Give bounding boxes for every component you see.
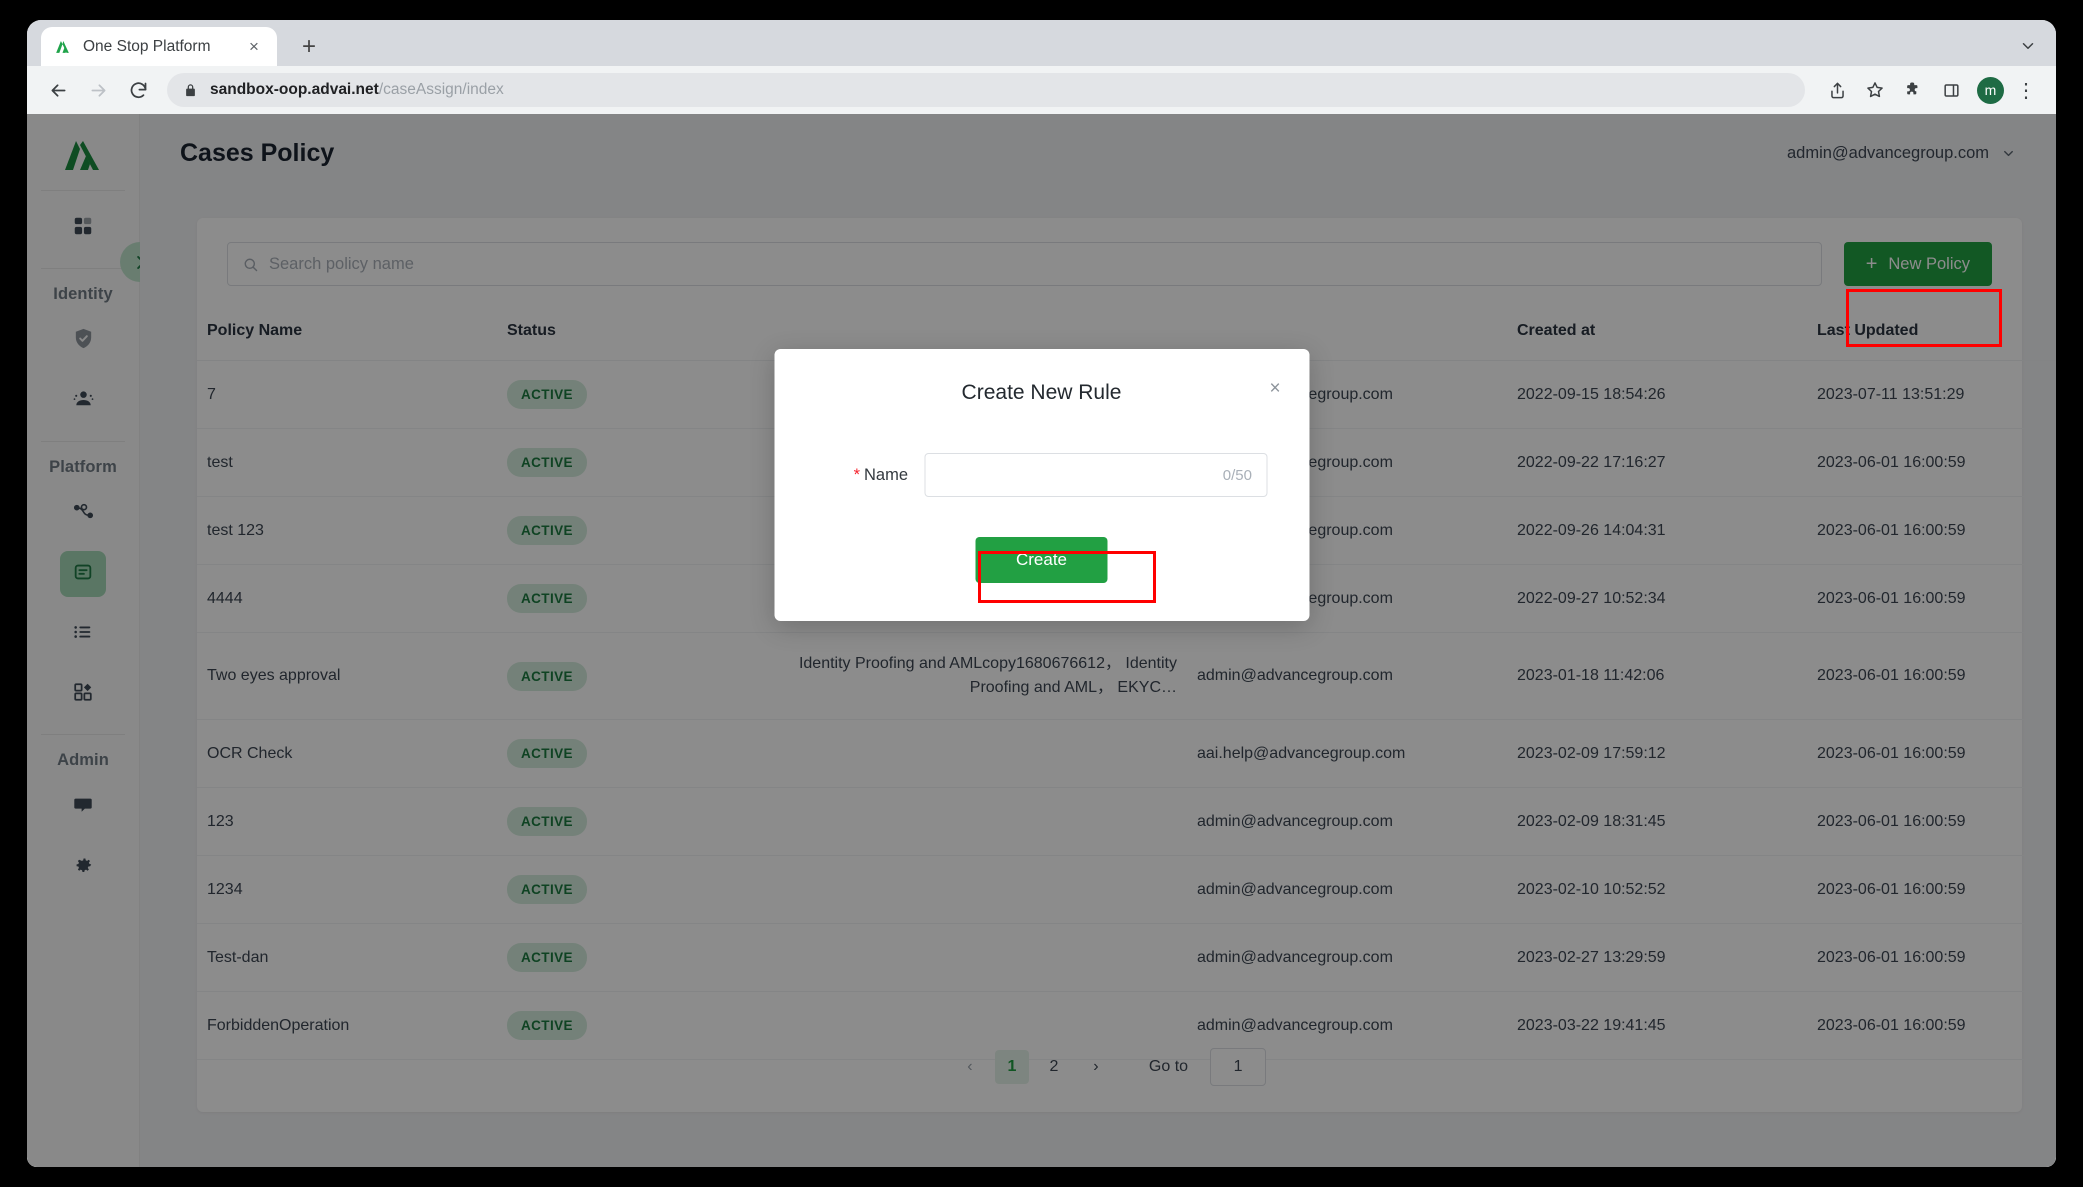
name-input[interactable]: [939, 465, 1215, 485]
forward-icon[interactable]: [81, 73, 115, 107]
name-field-wrapper[interactable]: 0/50: [924, 453, 1267, 497]
name-label-text: Name: [863, 465, 908, 484]
close-icon[interactable]: ×: [243, 36, 265, 58]
required-asterisk: *: [853, 465, 860, 484]
browser-tab[interactable]: One Stop Platform ×: [41, 27, 277, 66]
tab-strip: One Stop Platform × +: [27, 20, 2056, 66]
screen-root: One Stop Platform × + sandbox-oop.advai.…: [0, 0, 2083, 1187]
advai-logo-icon: [53, 37, 72, 56]
tab-title: One Stop Platform: [83, 37, 211, 55]
address-bar-host: sandbox-oop.advai.net: [210, 81, 379, 98]
share-icon[interactable]: [1821, 74, 1853, 106]
browser-menu-icon[interactable]: ⋮: [2010, 74, 2042, 106]
modal-header: Create New Rule ×: [774, 349, 1309, 415]
bookmark-star-icon[interactable]: [1859, 74, 1891, 106]
browser-window: One Stop Platform × + sandbox-oop.advai.…: [27, 20, 2056, 1167]
new-tab-button[interactable]: +: [295, 33, 323, 61]
lock-icon: [183, 83, 198, 98]
side-panel-icon[interactable]: [1935, 74, 1967, 106]
address-bar-url: sandbox-oop.advai.net/caseAssign/index: [210, 81, 504, 99]
close-icon[interactable]: ×: [1263, 376, 1287, 400]
modal-title: Create New Rule: [961, 381, 1122, 404]
extensions-puzzle-icon[interactable]: [1897, 74, 1929, 106]
profile-avatar[interactable]: m: [1977, 76, 2004, 104]
address-bar-path: /caseAssign/index: [378, 81, 504, 98]
browser-toolbar: sandbox-oop.advai.net/caseAssign/index m…: [27, 66, 2056, 114]
modal-footer: Create: [774, 497, 1309, 621]
back-icon[interactable]: [41, 73, 75, 107]
page-viewport: Identity Platform Admin Cases Policy adm…: [27, 114, 2056, 1167]
chevron-down-icon[interactable]: [2016, 34, 2040, 58]
create-new-rule-dialog: Create New Rule × * Name 0/50 Create: [774, 349, 1309, 621]
name-field-label: * Name: [816, 466, 924, 485]
character-counter: 0/50: [1222, 466, 1252, 484]
address-bar[interactable]: sandbox-oop.advai.net/caseAssign/index: [167, 73, 1805, 107]
modal-body: * Name 0/50: [774, 415, 1309, 497]
reload-icon[interactable]: [121, 73, 155, 107]
create-button[interactable]: Create: [975, 537, 1108, 583]
modal-overlay[interactable]: [27, 114, 2056, 1167]
